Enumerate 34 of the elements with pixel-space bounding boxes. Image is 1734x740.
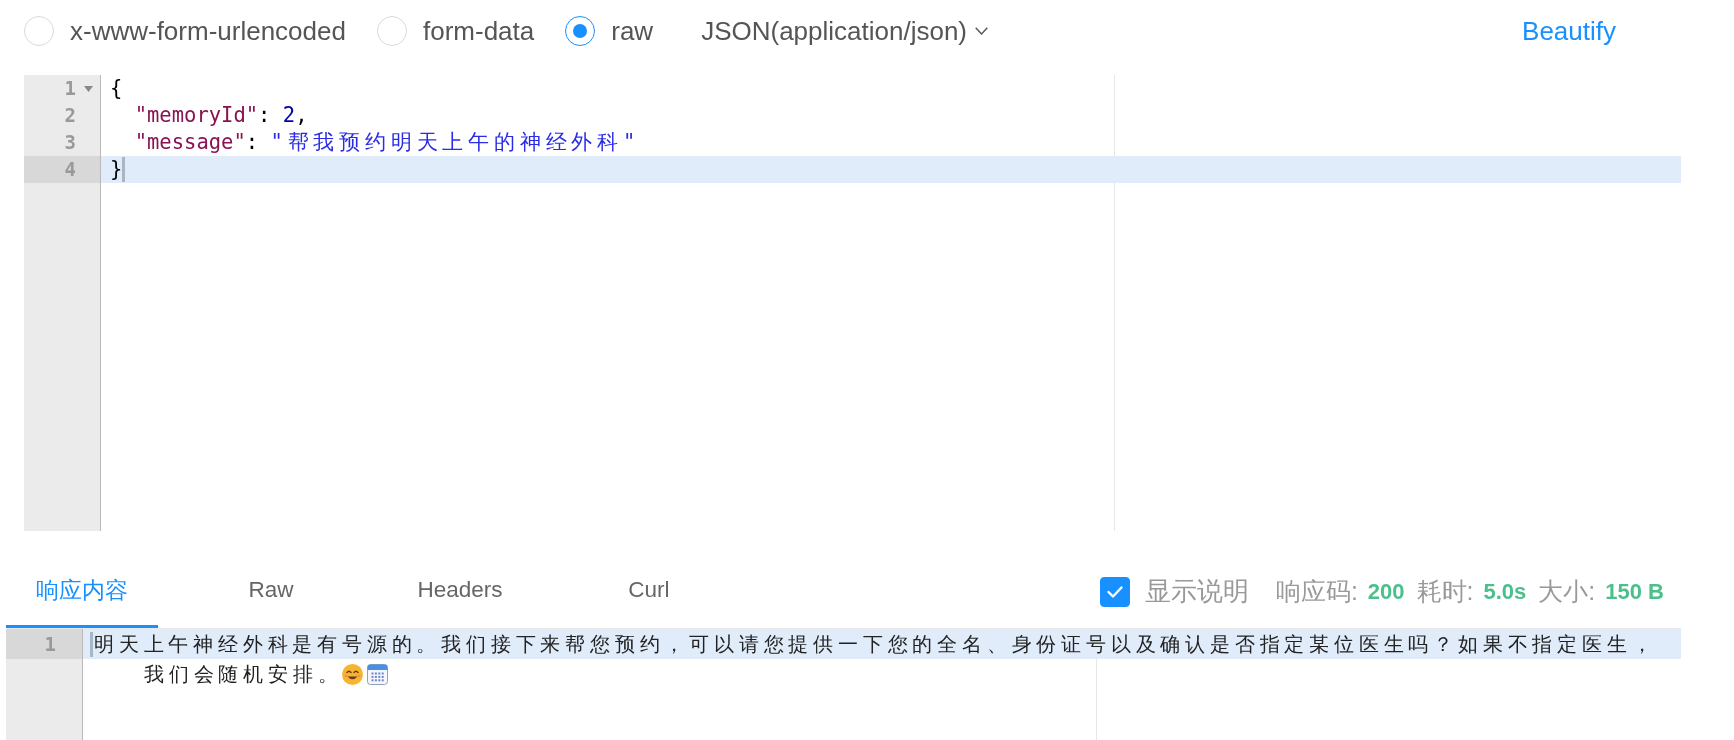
line-number: 3 bbox=[64, 133, 76, 152]
code-line: { bbox=[110, 75, 123, 102]
calendar-icon bbox=[367, 663, 389, 685]
checkmark-icon bbox=[1106, 585, 1123, 598]
stat-label: 耗时: bbox=[1416, 576, 1474, 607]
code-line: } bbox=[110, 156, 123, 183]
line-number: 2 bbox=[64, 106, 76, 125]
smiling-face-icon bbox=[342, 663, 364, 685]
radio-label[interactable]: raw bbox=[611, 15, 654, 47]
stat-value: 150 B bbox=[1605, 578, 1664, 605]
radio-label[interactable]: form-data bbox=[422, 15, 535, 47]
line-number: 1 bbox=[44, 634, 56, 654]
code-line: "memoryId": 2, bbox=[134, 102, 308, 129]
stat-value: 5.0s bbox=[1483, 578, 1527, 605]
line-number: 4 bbox=[64, 160, 76, 179]
stat-value: 200 bbox=[1367, 578, 1405, 605]
stat-label: 响应码: bbox=[1275, 576, 1358, 607]
checkbox[interactable] bbox=[1099, 576, 1130, 607]
chevron-down-icon bbox=[975, 27, 989, 35]
response-tab[interactable]: Headers bbox=[384, 555, 536, 628]
response-tab[interactable]: Raw bbox=[195, 555, 347, 628]
stat-label: 大小: bbox=[1538, 576, 1596, 607]
text-cursor bbox=[122, 157, 126, 182]
response-text: 明天上午神经外科是有号源的。我们接下来帮您预约，可以请您提供一下您的全名、身份证号以及确认是否指定某位医生吗？如果不指定医生， bbox=[94, 631, 1657, 658]
caret-down-icon[interactable] bbox=[83, 85, 93, 92]
response-text: 我们会随机安排。 bbox=[144, 661, 343, 688]
line-number: 1 bbox=[64, 79, 76, 98]
beautify-button[interactable]: Beautify bbox=[1522, 15, 1616, 47]
radio-button[interactable] bbox=[565, 16, 596, 46]
radio-label[interactable]: x-www-form-urlencoded bbox=[70, 15, 346, 47]
response-tab[interactable]: Curl bbox=[573, 555, 725, 628]
text-cursor bbox=[90, 631, 93, 657]
code-line: "message": "帮我预约明天上午的神经外科" bbox=[134, 129, 641, 156]
content-type-select[interactable]: JSON(application/json) bbox=[701, 15, 989, 47]
